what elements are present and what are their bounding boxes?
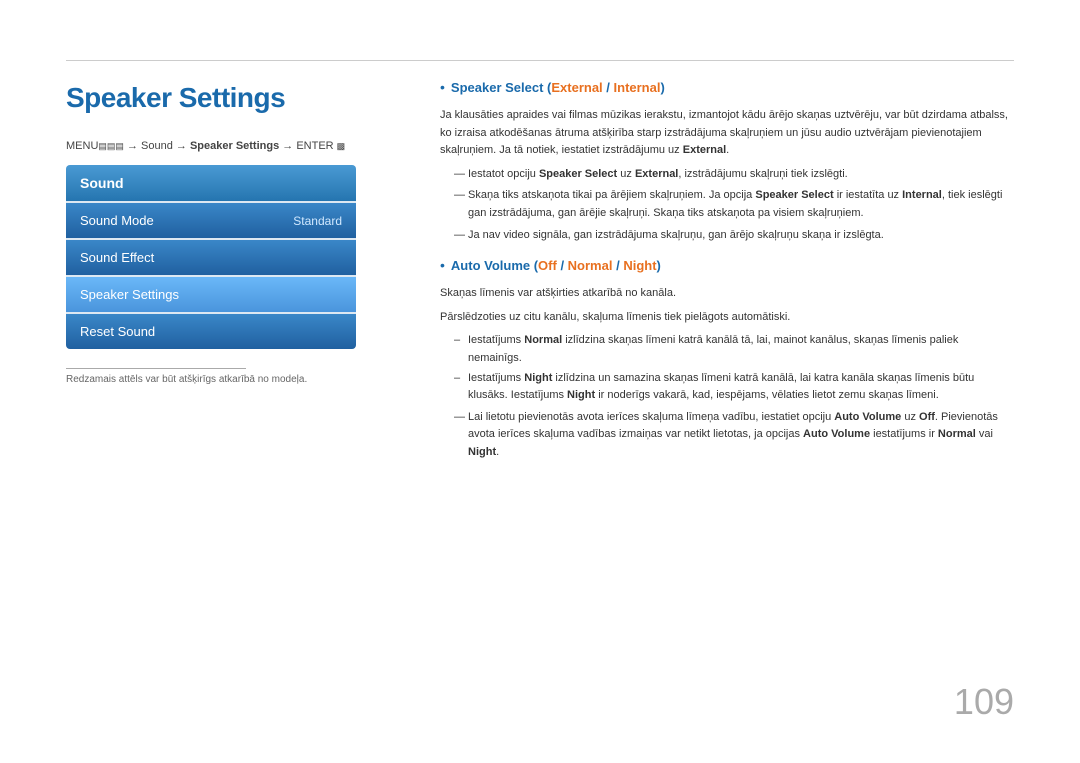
em-item-2: Skaņa tiks atskaņota tikai pa ārējiem sk…: [454, 187, 1014, 222]
breadcrumb-text: MENU▤▤▤ → Sound → Speaker Settings → ENT…: [66, 140, 345, 152]
speaker-select-title: Speaker Select (External / Internal): [451, 80, 665, 95]
av-night: Night: [623, 258, 656, 273]
speaker-select-title-row: • Speaker Select (External / Internal): [440, 80, 1014, 101]
av-slash-2: /: [612, 258, 623, 273]
auto-volume-body1: Skaņas līmenis var atšķirties atkarībā n…: [440, 285, 1014, 303]
top-divider: [66, 60, 1014, 61]
auto-volume-em: Lai lietotu pievienotās avota ierīces sk…: [454, 409, 1014, 462]
av-normal: Normal: [568, 258, 613, 273]
speaker-select-em-items: Iestatot opciju Speaker Select uz Extern…: [454, 166, 1014, 244]
menu-item-label: Sound Mode: [80, 213, 154, 228]
av-title-1: Auto Volume (: [451, 258, 538, 273]
auto-volume-section: • Auto Volume (Off / Normal / Night) Ska…: [440, 258, 1014, 461]
footnote-line: [66, 368, 246, 369]
bullet-icon: •: [440, 79, 445, 95]
sound-menu: Sound Sound Mode Standard Sound Effect S…: [66, 165, 356, 349]
menu-header: Sound: [66, 165, 356, 201]
auto-volume-body2: Pārslēdzoties uz citu kanālu, skaļuma lī…: [440, 309, 1014, 327]
auto-volume-dash-items: Iestatījums Normal izlīdzina skaņas līme…: [454, 332, 1014, 404]
bullet-icon-2: •: [440, 257, 445, 273]
auto-volume-title-row: • Auto Volume (Off / Normal / Night): [440, 258, 1014, 279]
menu-item-reset-sound[interactable]: Reset Sound: [66, 314, 356, 349]
dash-item-2: Iestatījums Night izlīdzina un samazina …: [454, 370, 1014, 405]
title-external: External: [551, 80, 602, 95]
menu-item-sound-mode[interactable]: Sound Mode Standard: [66, 203, 356, 238]
menu-item-label: Sound Effect: [80, 250, 154, 265]
page-title: Speaker Settings: [66, 82, 285, 114]
breadcrumb: MENU▤▤▤ → Sound → Speaker Settings → ENT…: [66, 140, 345, 152]
speaker-select-body: Ja klausāties apraides vai filmas mūzika…: [440, 107, 1014, 160]
menu-item-speaker-settings[interactable]: Speaker Settings: [66, 277, 356, 312]
auto-volume-title: Auto Volume (Off / Normal / Night): [451, 258, 661, 273]
menu-item-label: Reset Sound: [80, 324, 155, 339]
menu-item-value: Standard: [293, 214, 342, 228]
speaker-select-section: • Speaker Select (External / Internal) J…: [440, 80, 1014, 244]
em-item-1: Iestatot opciju Speaker Select uz Extern…: [454, 166, 1014, 184]
title-internal: Internal: [614, 80, 661, 95]
av-slash-1: /: [557, 258, 568, 273]
title-slash-1: /: [603, 80, 614, 95]
title-text-1: Speaker Select (: [451, 80, 551, 95]
menu-item-label: Speaker Settings: [80, 287, 179, 302]
right-content-area: • Speaker Select (External / Internal) J…: [440, 80, 1014, 476]
dash-item-1: Iestatījums Normal izlīdzina skaņas līme…: [454, 332, 1014, 367]
menu-item-sound-effect[interactable]: Sound Effect: [66, 240, 356, 275]
em-item-3: Ja nav video signāla, gan izstrādājuma s…: [454, 227, 1014, 245]
av-close: ): [657, 258, 661, 273]
footnote-text: Redzamais attēls var būt atšķirīgs atkar…: [66, 374, 307, 385]
av-em-item: Lai lietotu pievienotās avota ierīces sk…: [454, 409, 1014, 462]
title-close-1: ): [660, 80, 664, 95]
page-number: 109: [954, 681, 1014, 723]
av-off: Off: [538, 258, 557, 273]
